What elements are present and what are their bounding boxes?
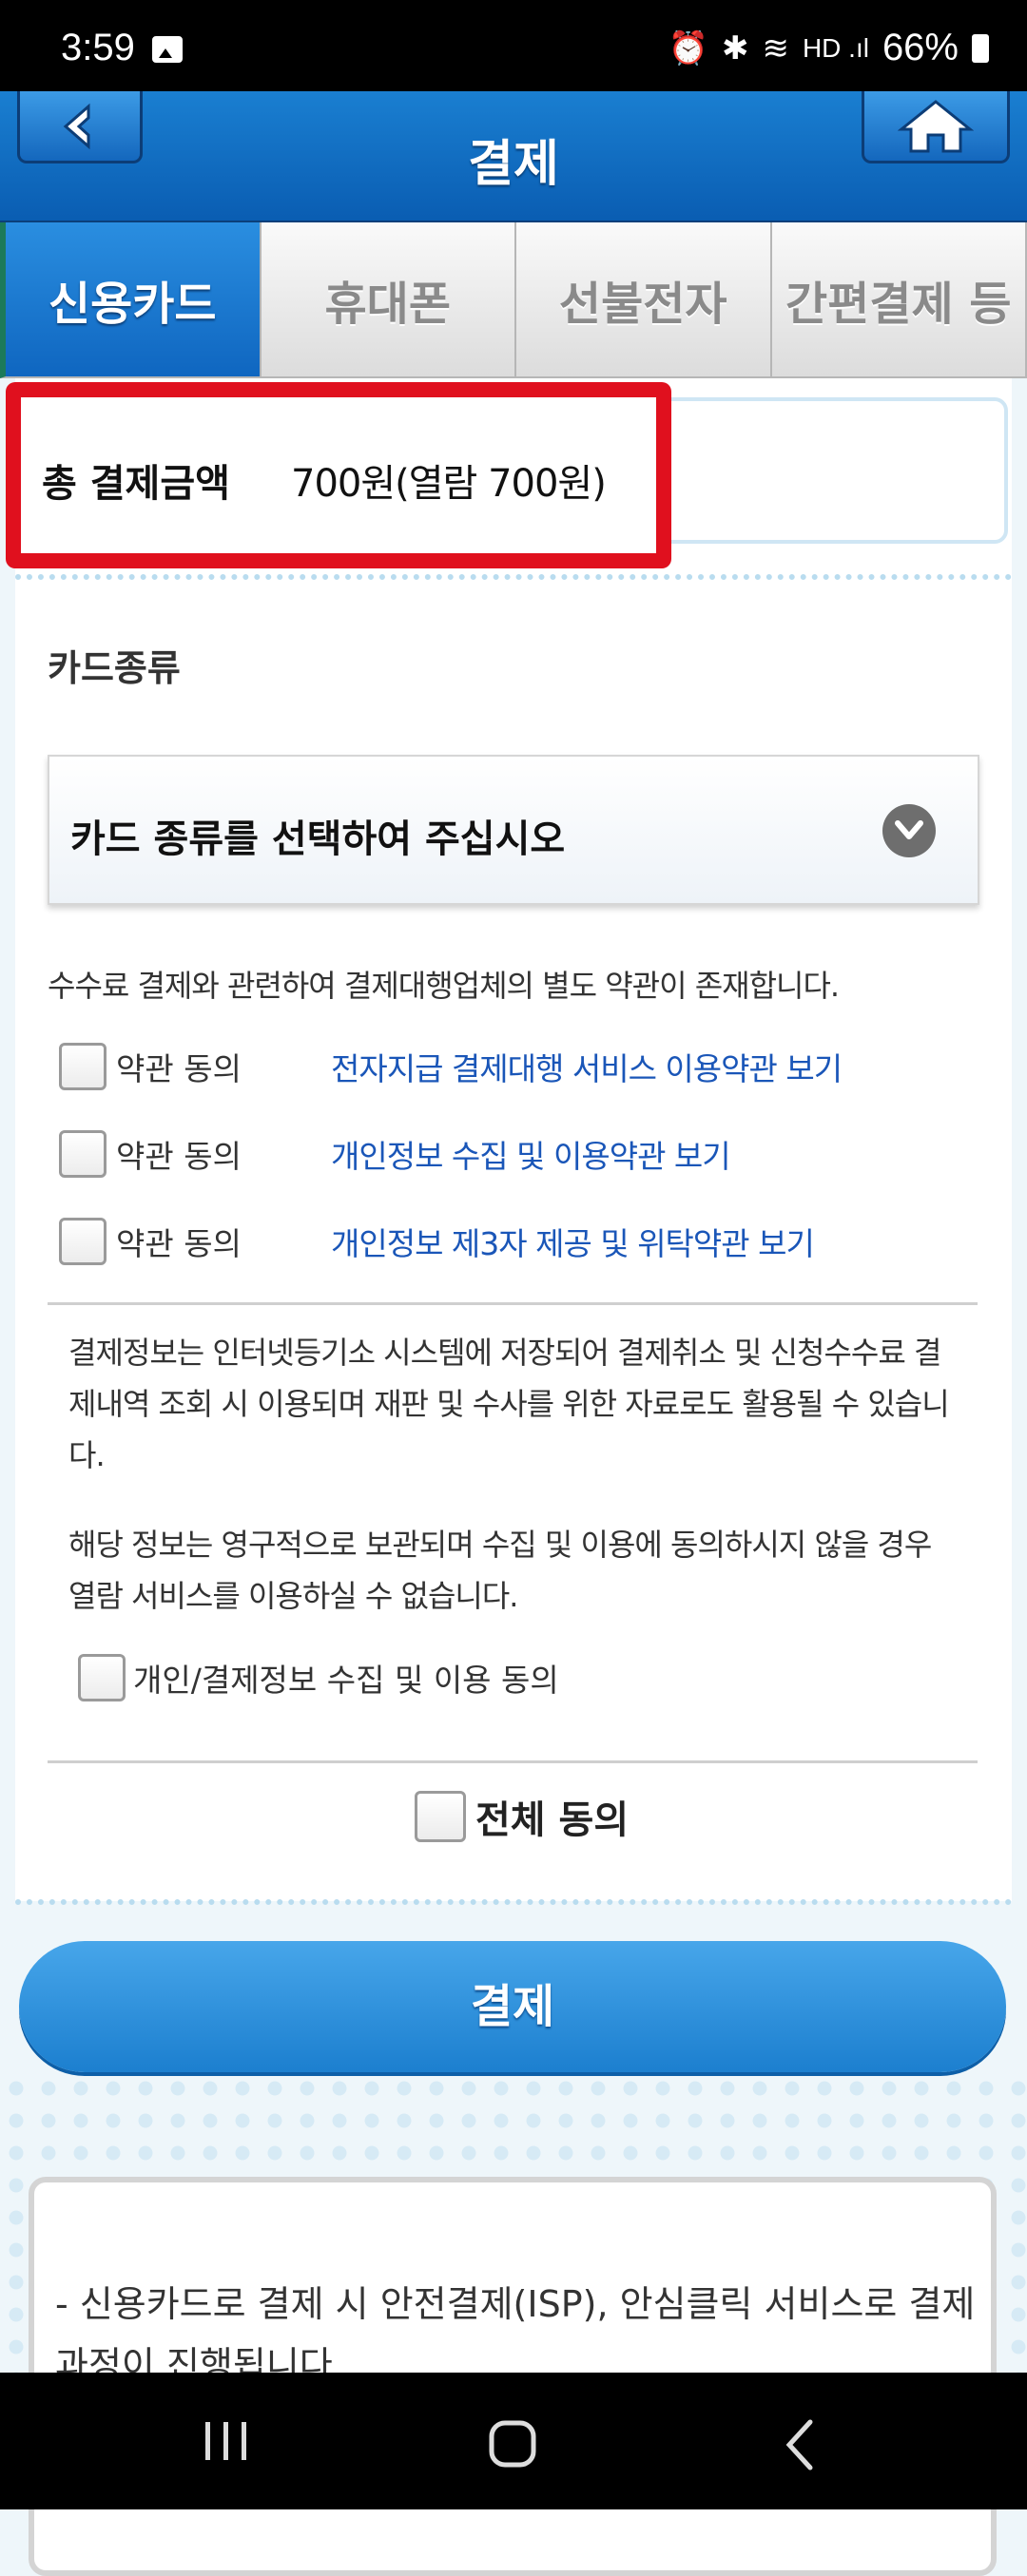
- agreement-row: 약관 동의 전자지급 결제대행 서비스 이용약관 보기: [59, 1040, 842, 1093]
- divider: [48, 1302, 978, 1305]
- alarm-icon: ⏰: [669, 29, 708, 67]
- home-button[interactable]: [862, 91, 1010, 163]
- recent-apps-icon[interactable]: [200, 2418, 253, 2464]
- agree-checkbox-1[interactable]: [59, 1043, 107, 1090]
- terms-link-third-party[interactable]: 개인정보 제3자 제공 및 위탁약관 보기: [331, 1219, 814, 1264]
- home-icon: [898, 99, 974, 154]
- tab-credit-card[interactable]: 신용카드: [0, 222, 262, 378]
- signal-icon: HD .ıl: [803, 33, 869, 64]
- agree-label: 약관 동의: [116, 1044, 331, 1089]
- terms-link-privacy-collection[interactable]: 개인정보 수집 및 이용약관 보기: [331, 1131, 730, 1177]
- agreement-row: 약관 동의 개인정보 수집 및 이용약관 보기: [59, 1127, 730, 1181]
- amount-label: 총 결제금액: [42, 452, 230, 508]
- divider: [15, 1899, 1012, 1905]
- all-agree-checkbox[interactable]: [415, 1791, 466, 1842]
- chevron-down-icon: [882, 804, 936, 857]
- bluetooth-icon: ✱: [722, 29, 749, 67]
- tab-mobile-phone[interactable]: 휴대폰: [262, 222, 517, 378]
- card-type-select[interactable]: 카드 종류를 선택하여 주십시오: [48, 755, 979, 905]
- fee-notice: 수수료 결제와 관련하여 결제대행업체의 별도 약관이 존재합니다.: [48, 962, 839, 1006]
- pay-button[interactable]: 결제: [19, 1941, 1006, 2072]
- agree-checkbox-2[interactable]: [59, 1130, 107, 1178]
- all-agree-row: 전체 동의: [415, 1789, 629, 1844]
- info-paragraph-1: 결제정보는 인터넷등기소 시스템에 저장되어 결제취소 및 신청수수료 결제내역…: [68, 1327, 962, 1481]
- consent-checkbox[interactable]: [78, 1654, 126, 1701]
- payment-method-tabs: 신용카드 휴대폰 선불전자 간편결제 등: [0, 222, 1027, 378]
- back-nav-icon[interactable]: [782, 2418, 820, 2471]
- status-icons: ⏰ ✱ ≋ HD .ıl 66%: [669, 27, 989, 69]
- agree-label: 약관 동의: [116, 1131, 331, 1177]
- system-nav-bar: [0, 2373, 1027, 2509]
- agreement-row: 약관 동의 개인정보 제3자 제공 및 위탁약관 보기: [59, 1215, 814, 1268]
- all-agree-label: 전체 동의: [475, 1789, 629, 1844]
- agree-checkbox-3[interactable]: [59, 1218, 107, 1265]
- consent-label: 개인/결제정보 수집 및 이용 동의: [133, 1655, 559, 1701]
- home-nav-icon[interactable]: [487, 2418, 540, 2471]
- info-paragraph-2: 해당 정보는 영구적으로 보관되며 수집 및 이용에 동의하시지 않을 경우 열…: [68, 1519, 962, 1622]
- card-type-placeholder: 카드 종류를 선택하여 주십시오: [70, 808, 565, 863]
- status-time: 3:59: [61, 27, 135, 69]
- tab-easy-pay[interactable]: 간편결제 등: [772, 222, 1027, 378]
- battery-percent: 66%: [882, 27, 959, 69]
- battery-icon: [972, 34, 989, 63]
- card-type-title: 카드종류: [48, 639, 181, 691]
- app-header: 결제: [0, 91, 1027, 224]
- status-bar: 3:59 ⏰ ✱ ≋ HD .ıl 66%: [0, 0, 1027, 91]
- amount-value: 700원(열람 700원): [291, 452, 606, 508]
- image-icon: [152, 36, 183, 63]
- tab-prepaid[interactable]: 선불전자: [516, 222, 772, 378]
- consent-row: 개인/결제정보 수집 및 이용 동의: [78, 1654, 559, 1701]
- divider: [48, 1760, 978, 1763]
- terms-link-payment-service[interactable]: 전자지급 결제대행 서비스 이용약관 보기: [331, 1044, 842, 1089]
- wifi-icon: ≋: [762, 29, 789, 67]
- agree-label: 약관 동의: [116, 1219, 331, 1264]
- divider: [15, 574, 1012, 580]
